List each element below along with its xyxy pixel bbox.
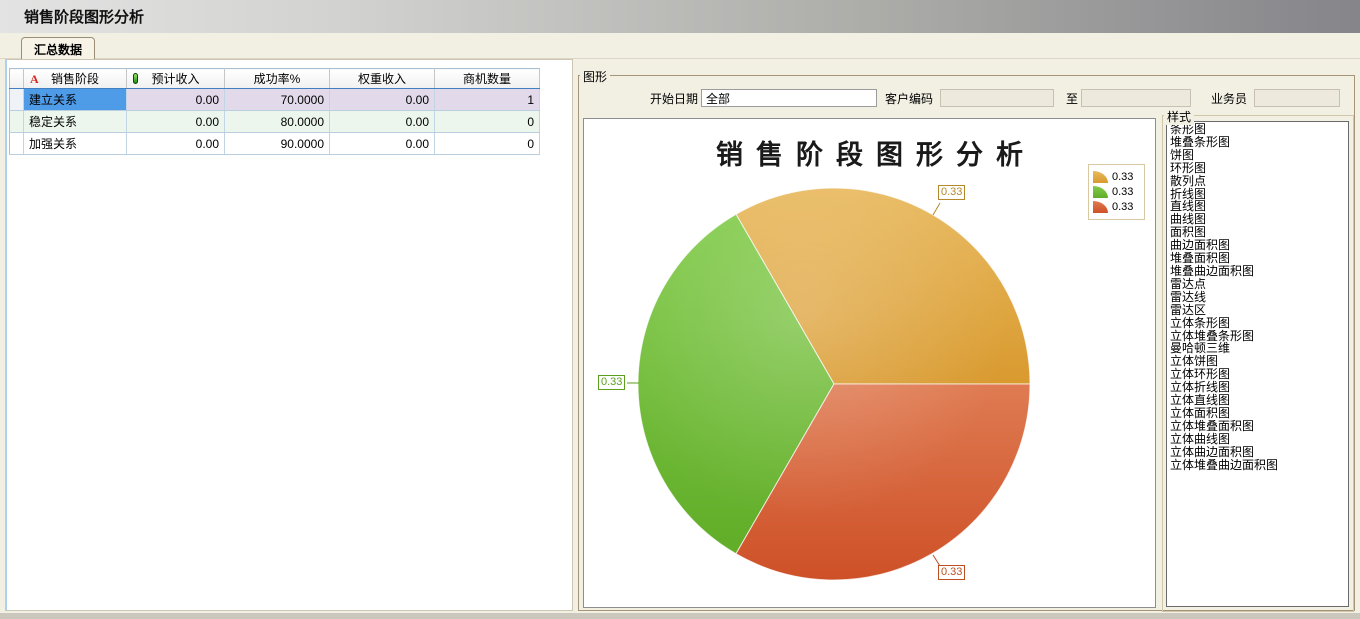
pie-chart-svg: [584, 119, 1157, 609]
legend-entry: 0.33: [1093, 185, 1140, 199]
sort-indicator-icon: A: [30, 72, 39, 87]
sales-stage-table: A 销售阶段 预计收入 成功率% 权重收入 商机数量 建立关系 0.00 70.…: [9, 68, 540, 155]
legend-entry: 0.33: [1093, 170, 1140, 184]
column-header-count[interactable]: 商机数量: [435, 69, 540, 89]
cell-stage: 加强关系: [24, 133, 127, 155]
style-list-item[interactable]: 堆叠曲边面积图: [1170, 265, 1348, 278]
cell-expected: 0.00: [127, 111, 225, 133]
pie-chart-canvas: 销售阶段图形分析 0.33 0.33 0.33 0.330.330.33: [583, 118, 1156, 608]
style-group-label: 样式: [1164, 108, 1194, 125]
cell-stage: 稳定关系: [24, 111, 127, 133]
cell-count: 0: [435, 133, 540, 155]
window-bottom-edge: [0, 613, 1360, 619]
style-list-item[interactable]: 雷达线: [1170, 291, 1348, 304]
style-list-item[interactable]: 雷达区: [1170, 304, 1348, 317]
legend-pie-icon: [1093, 201, 1108, 213]
cell-success: 80.0000: [225, 111, 330, 133]
pie-value-label: 0.33: [938, 185, 965, 200]
cell-success: 90.0000: [225, 133, 330, 155]
style-list[interactable]: 条形图堆叠条形图饼图环形图散列点折线图直线图曲线图面积图曲边面积图堆叠面积图堆叠…: [1166, 121, 1349, 607]
pie-value-label: 0.33: [598, 375, 625, 390]
table-row[interactable]: 建立关系 0.00 70.0000 0.00 1: [10, 89, 540, 111]
customer-code-to-input: [1081, 89, 1191, 107]
legend-label: 0.33: [1112, 201, 1133, 213]
legend-label: 0.33: [1112, 186, 1133, 198]
legend-label: 0.33: [1112, 171, 1133, 183]
filter-indicator-icon: [133, 73, 138, 84]
cell-count: 0: [435, 111, 540, 133]
chart-legend: 0.33 0.33 0.33: [1088, 164, 1145, 220]
cell-count: 1: [435, 89, 540, 111]
style-list-item[interactable]: 立体直线图: [1170, 394, 1348, 407]
row-header-cell: [10, 111, 24, 133]
style-list-item[interactable]: 立体曲线图: [1170, 433, 1348, 446]
customer-code-label: 客户编码: [885, 91, 937, 107]
legend-pie-icon: [1093, 171, 1108, 183]
column-header-success[interactable]: 成功率%: [225, 69, 330, 89]
window-title-bar: 销售阶段图形分析: [0, 0, 1360, 33]
to-label: 至: [1066, 91, 1080, 107]
style-list-item[interactable]: 堆叠条形图: [1170, 136, 1348, 149]
tab-strip: 汇总数据: [0, 33, 1360, 59]
column-header-label: 成功率%: [254, 72, 301, 86]
style-list-item[interactable]: 立体条形图: [1170, 317, 1348, 330]
row-header-cell: [10, 133, 24, 155]
style-list-item[interactable]: 环形图: [1170, 162, 1348, 175]
table-row[interactable]: 稳定关系 0.00 80.0000 0.00 0: [10, 111, 540, 133]
cell-success: 70.0000: [225, 89, 330, 111]
style-list-item[interactable]: 条形图: [1170, 123, 1348, 136]
start-date-input[interactable]: [701, 89, 877, 107]
column-header-label: 销售阶段: [51, 72, 99, 86]
salesman-input: [1254, 89, 1340, 107]
row-header-cell: [10, 89, 24, 111]
column-header-label: 预计收入: [151, 72, 199, 86]
table-header-row: A 销售阶段 预计收入 成功率% 权重收入 商机数量: [10, 69, 540, 89]
cell-weighted: 0.00: [330, 89, 435, 111]
column-header-stage[interactable]: A 销售阶段: [24, 69, 127, 89]
page-title: 销售阶段图形分析: [24, 6, 144, 27]
column-header-weighted[interactable]: 权重收入: [330, 69, 435, 89]
column-header-label: 权重收入: [358, 72, 406, 86]
cell-stage: 建立关系: [24, 89, 127, 111]
style-list-item[interactable]: 饼图: [1170, 149, 1348, 162]
table-row[interactable]: 加强关系 0.00 90.0000 0.00 0: [10, 133, 540, 155]
customer-code-input: [940, 89, 1054, 107]
style-list-item[interactable]: 立体面积图: [1170, 407, 1348, 420]
graph-group-label: 图形: [580, 68, 610, 85]
style-list-item[interactable]: 散列点: [1170, 175, 1348, 188]
cell-expected: 0.00: [127, 133, 225, 155]
pie-value-label: 0.33: [938, 565, 965, 580]
style-list-item[interactable]: 雷达点: [1170, 278, 1348, 291]
cell-weighted: 0.00: [330, 133, 435, 155]
legend-entry: 0.33: [1093, 200, 1140, 214]
column-header-expected[interactable]: 预计收入: [127, 69, 225, 89]
summary-table-panel: A 销售阶段 预计收入 成功率% 权重收入 商机数量 建立关系 0.00 70.…: [5, 59, 573, 611]
start-date-label: 开始日期: [640, 91, 698, 107]
cell-expected: 0.00: [127, 89, 225, 111]
style-list-item[interactable]: 立体曲边面积图: [1170, 446, 1348, 459]
tab-summary-data[interactable]: 汇总数据: [21, 37, 95, 60]
style-list-item[interactable]: 立体堆叠曲边面积图: [1170, 459, 1348, 472]
legend-pie-icon: [1093, 186, 1108, 198]
pie-leader-line: [933, 203, 940, 215]
row-header-corner: [10, 69, 24, 89]
salesman-label: 业务员: [1211, 91, 1251, 107]
style-list-item[interactable]: 立体堆叠面积图: [1170, 420, 1348, 433]
cell-weighted: 0.00: [330, 111, 435, 133]
column-header-label: 商机数量: [463, 72, 511, 86]
